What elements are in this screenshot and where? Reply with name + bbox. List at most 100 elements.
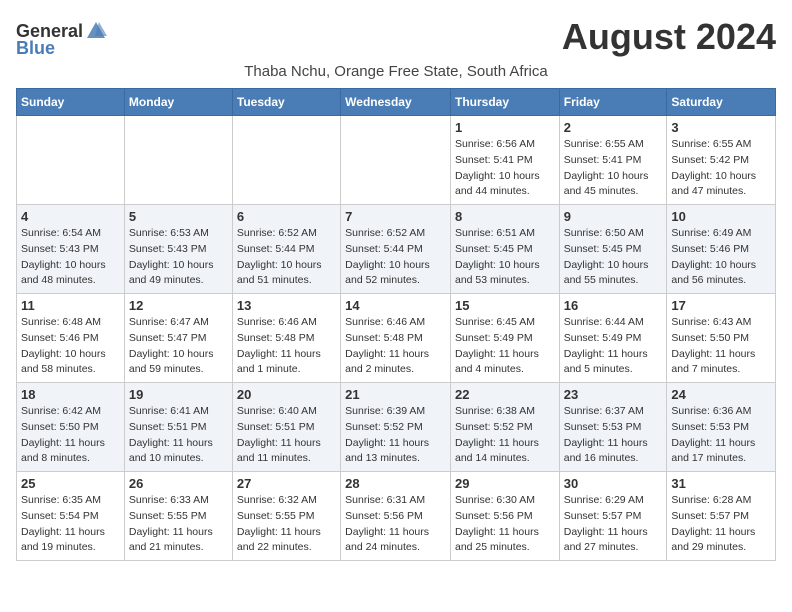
calendar-cell: 6 Sunrise: 6:52 AM Sunset: 5:44 PM Daylig… [232, 205, 340, 294]
day-info: Sunrise: 6:39 AM Sunset: 5:52 PM Dayligh… [345, 404, 446, 467]
calendar-week-row: 25Sunrise: 6:35 AM Sunset: 5:54 PM Dayli… [17, 472, 776, 561]
day-number: 2 [564, 120, 663, 135]
calendar-cell: 27 Sunrise: 6:32 AM Sunset: 5:55 PM Dayli… [232, 472, 340, 561]
day-number: 8 [455, 209, 555, 224]
day-number: 11 [21, 298, 120, 313]
day-info: Sunrise: 6:52 AM Sunset: 5:44 PM Dayligh… [237, 226, 336, 289]
calendar-cell: 29 Sunrise: 6:30 AM Sunset: 5:56 PM Dayli… [450, 472, 559, 561]
day-number: 13 [237, 298, 336, 313]
day-info: Sunrise: 6:45 AM Sunset: 5:49 PM Dayligh… [455, 315, 555, 378]
calendar-cell: 8 Sunrise: 6:51 AM Sunset: 5:45 PM Daylig… [450, 205, 559, 294]
day-number: 18 [21, 387, 120, 402]
day-number: 1 [455, 120, 555, 135]
calendar-table: SundayMondayTuesdayWednesdayThursdayFrid… [16, 88, 776, 561]
day-number: 16 [564, 298, 663, 313]
day-info: Sunrise: 6:51 AM Sunset: 5:45 PM Dayligh… [455, 226, 555, 289]
calendar-cell: 2 Sunrise: 6:55 AM Sunset: 5:41 PM Daylig… [559, 116, 667, 205]
calendar-cell: 3Sunrise: 6:55 AM Sunset: 5:42 PM Daylig… [667, 116, 776, 205]
day-info: Sunrise: 6:55 AM Sunset: 5:41 PM Dayligh… [564, 137, 663, 200]
day-number: 26 [129, 476, 228, 491]
calendar-cell: 28Sunrise: 6:31 AM Sunset: 5:56 PM Dayli… [341, 472, 451, 561]
calendar-cell: 4 Sunrise: 6:54 AM Sunset: 5:43 PM Daylig… [17, 205, 125, 294]
day-number: 23 [564, 387, 663, 402]
column-header-sunday: Sunday [17, 89, 125, 116]
day-info: Sunrise: 6:43 AM Sunset: 5:50 PM Dayligh… [671, 315, 771, 378]
day-info: Sunrise: 6:33 AM Sunset: 5:55 PM Dayligh… [129, 493, 228, 556]
calendar-cell: 18 Sunrise: 6:42 AM Sunset: 5:50 PM Dayli… [17, 383, 125, 472]
day-number: 17 [671, 298, 771, 313]
logo-icon [85, 20, 107, 42]
day-number: 6 [237, 209, 336, 224]
day-info: Sunrise: 6:50 AM Sunset: 5:45 PM Dayligh… [564, 226, 663, 289]
calendar-cell: 12 Sunrise: 6:47 AM Sunset: 5:47 PM Dayli… [124, 294, 232, 383]
day-number: 5 [129, 209, 228, 224]
column-header-monday: Monday [124, 89, 232, 116]
calendar-cell: 21 Sunrise: 6:39 AM Sunset: 5:52 PM Dayli… [341, 383, 451, 472]
day-info: Sunrise: 6:38 AM Sunset: 5:52 PM Dayligh… [455, 404, 555, 467]
calendar-cell: 30 Sunrise: 6:29 AM Sunset: 5:57 PM Dayli… [559, 472, 667, 561]
column-header-thursday: Thursday [450, 89, 559, 116]
calendar-cell: 20 Sunrise: 6:40 AM Sunset: 5:51 PM Dayli… [232, 383, 340, 472]
day-number: 20 [237, 387, 336, 402]
page-header: General Blue August 2024 [16, 16, 776, 59]
day-number: 15 [455, 298, 555, 313]
calendar-cell: 11 Sunrise: 6:48 AM Sunset: 5:46 PM Dayli… [17, 294, 125, 383]
logo: General Blue [16, 20, 107, 59]
day-number: 29 [455, 476, 555, 491]
day-info: Sunrise: 6:44 AM Sunset: 5:49 PM Dayligh… [564, 315, 663, 378]
day-number: 28 [345, 476, 446, 491]
calendar-cell: 9 Sunrise: 6:50 AM Sunset: 5:45 PM Daylig… [559, 205, 667, 294]
day-info: Sunrise: 6:41 AM Sunset: 5:51 PM Dayligh… [129, 404, 228, 467]
day-number: 7 [345, 209, 446, 224]
day-info: Sunrise: 6:37 AM Sunset: 5:53 PM Dayligh… [564, 404, 663, 467]
day-info: Sunrise: 6:52 AM Sunset: 5:44 PM Dayligh… [345, 226, 446, 289]
month-year-title: August 2024 [562, 16, 776, 58]
column-header-tuesday: Tuesday [232, 89, 340, 116]
calendar-week-row: 18 Sunrise: 6:42 AM Sunset: 5:50 PM Dayli… [17, 383, 776, 472]
day-info: Sunrise: 6:40 AM Sunset: 5:51 PM Dayligh… [237, 404, 336, 467]
day-number: 9 [564, 209, 663, 224]
day-number: 3 [671, 120, 771, 135]
calendar-week-row: 4 Sunrise: 6:54 AM Sunset: 5:43 PM Daylig… [17, 205, 776, 294]
day-info: Sunrise: 6:48 AM Sunset: 5:46 PM Dayligh… [21, 315, 120, 378]
calendar-cell: 14 Sunrise: 6:46 AM Sunset: 5:48 PM Dayli… [341, 294, 451, 383]
day-info: Sunrise: 6:32 AM Sunset: 5:55 PM Dayligh… [237, 493, 336, 556]
day-number: 21 [345, 387, 446, 402]
calendar-cell [341, 116, 451, 205]
calendar-cell: 25Sunrise: 6:35 AM Sunset: 5:54 PM Dayli… [17, 472, 125, 561]
day-info: Sunrise: 6:30 AM Sunset: 5:56 PM Dayligh… [455, 493, 555, 556]
day-number: 4 [21, 209, 120, 224]
calendar-body: 1Sunrise: 6:56 AM Sunset: 5:41 PM Daylig… [17, 116, 776, 561]
calendar-week-row: 11 Sunrise: 6:48 AM Sunset: 5:46 PM Dayli… [17, 294, 776, 383]
day-number: 31 [671, 476, 771, 491]
day-info: Sunrise: 6:47 AM Sunset: 5:47 PM Dayligh… [129, 315, 228, 378]
calendar-cell [17, 116, 125, 205]
day-info: Sunrise: 6:46 AM Sunset: 5:48 PM Dayligh… [345, 315, 446, 378]
location-title: Thaba Nchu, Orange Free State, South Afr… [16, 63, 776, 80]
day-number: 27 [237, 476, 336, 491]
calendar-cell: 13 Sunrise: 6:46 AM Sunset: 5:48 PM Dayli… [232, 294, 340, 383]
day-info: Sunrise: 6:54 AM Sunset: 5:43 PM Dayligh… [21, 226, 120, 289]
logo-blue-text: Blue [16, 38, 55, 59]
column-header-saturday: Saturday [667, 89, 776, 116]
day-number: 12 [129, 298, 228, 313]
calendar-cell: 31Sunrise: 6:28 AM Sunset: 5:57 PM Dayli… [667, 472, 776, 561]
calendar-cell: 1Sunrise: 6:56 AM Sunset: 5:41 PM Daylig… [450, 116, 559, 205]
calendar-cell [232, 116, 340, 205]
day-number: 14 [345, 298, 446, 313]
day-number: 30 [564, 476, 663, 491]
day-info: Sunrise: 6:46 AM Sunset: 5:48 PM Dayligh… [237, 315, 336, 378]
day-info: Sunrise: 6:49 AM Sunset: 5:46 PM Dayligh… [671, 226, 771, 289]
calendar-cell: 22 Sunrise: 6:38 AM Sunset: 5:52 PM Dayli… [450, 383, 559, 472]
calendar-header-row: SundayMondayTuesdayWednesdayThursdayFrid… [17, 89, 776, 116]
column-header-friday: Friday [559, 89, 667, 116]
day-info: Sunrise: 6:53 AM Sunset: 5:43 PM Dayligh… [129, 226, 228, 289]
calendar-cell [124, 116, 232, 205]
day-info: Sunrise: 6:29 AM Sunset: 5:57 PM Dayligh… [564, 493, 663, 556]
day-number: 24 [671, 387, 771, 402]
day-info: Sunrise: 6:42 AM Sunset: 5:50 PM Dayligh… [21, 404, 120, 467]
day-number: 22 [455, 387, 555, 402]
day-info: Sunrise: 6:35 AM Sunset: 5:54 PM Dayligh… [21, 493, 120, 556]
column-header-wednesday: Wednesday [341, 89, 451, 116]
calendar-cell: 15 Sunrise: 6:45 AM Sunset: 5:49 PM Dayli… [450, 294, 559, 383]
